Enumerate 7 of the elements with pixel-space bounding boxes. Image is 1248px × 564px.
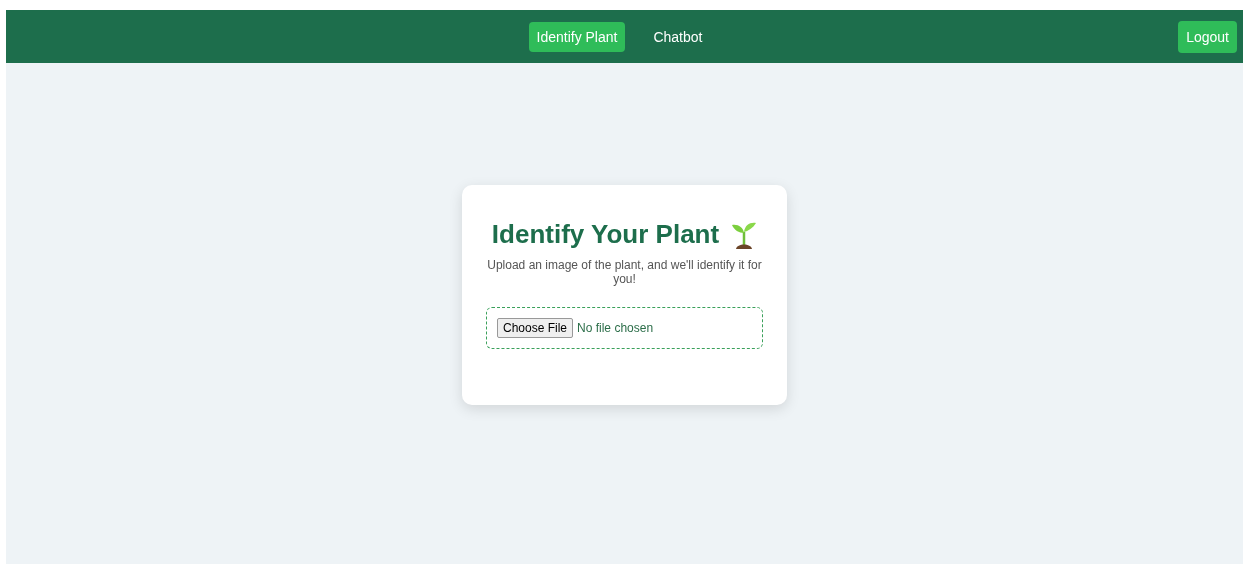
nav-tab[interactable]: Chatbot bbox=[645, 21, 711, 52]
file-upload-field[interactable]: Choose File No file chosen bbox=[486, 306, 763, 349]
file-status: No file chosen bbox=[577, 320, 654, 335]
card-title: Identify Your Plant bbox=[491, 219, 720, 250]
choose-file-button[interactable]: Choose File bbox=[497, 317, 574, 338]
card-subtitle: Upload an image of the plant, and we'll identify it for you! bbox=[486, 258, 763, 287]
sprout-icon bbox=[731, 220, 758, 249]
